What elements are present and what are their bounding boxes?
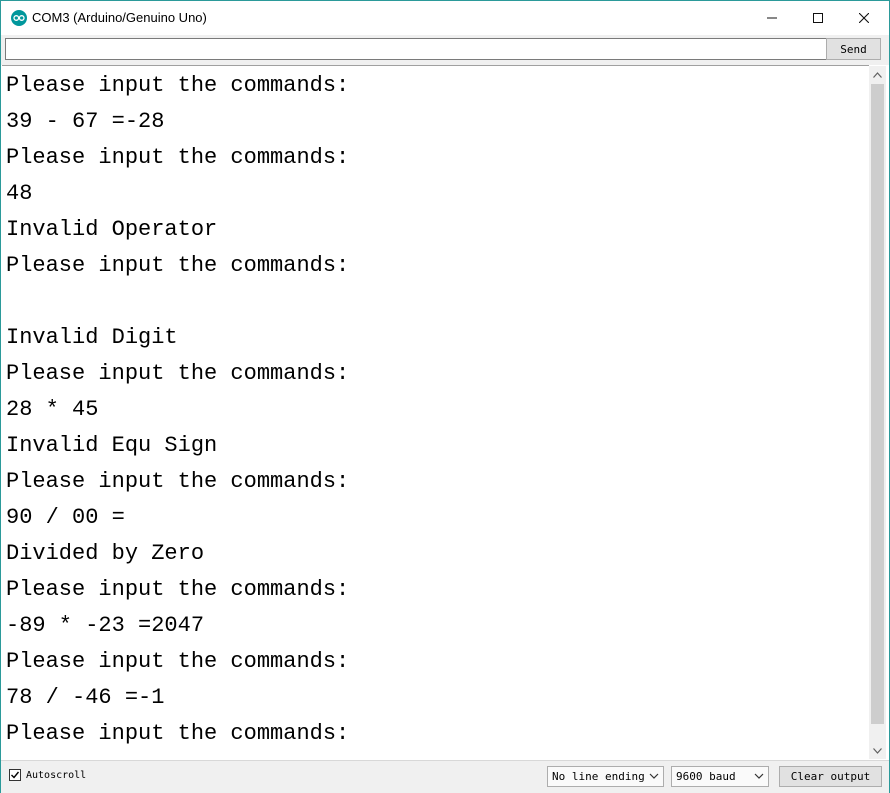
chevron-down-icon xyxy=(754,773,764,779)
line-ending-value: No line ending xyxy=(552,770,645,783)
scroll-up-arrow-icon[interactable] xyxy=(869,66,886,83)
close-icon xyxy=(859,13,869,23)
clear-output-button[interactable]: Clear output xyxy=(779,766,882,787)
output-line: Please input the commands: xyxy=(6,577,350,602)
status-bar: Autoscroll No line ending 9600 baud Clea… xyxy=(1,760,889,793)
window-title: COM3 (Arduino/Genuino Uno) xyxy=(32,10,207,25)
send-bar: Send xyxy=(1,35,889,65)
line-ending-select[interactable]: No line ending xyxy=(547,766,664,787)
autoscroll-checkbox[interactable] xyxy=(9,769,21,781)
output-line: Please input the commands: xyxy=(6,649,350,674)
output-line: 39 - 67 =-28 xyxy=(6,109,165,134)
chevron-down-icon xyxy=(649,773,659,779)
command-input[interactable] xyxy=(5,38,827,60)
output-line: Divided by Zero xyxy=(6,541,205,566)
check-icon xyxy=(11,771,20,779)
output-line: Please input the commands: xyxy=(6,253,350,278)
output-line: -89 * -23 =2047 xyxy=(6,613,205,638)
output-line: Please input the commands: xyxy=(6,361,350,386)
maximize-icon xyxy=(813,13,823,23)
vertical-scrollbar[interactable] xyxy=(869,66,886,759)
output-line: Invalid Digit xyxy=(6,325,178,350)
output-line: Please input the commands: xyxy=(6,145,350,170)
output-line: 28 * 45 xyxy=(6,397,99,422)
title-bar[interactable]: COM3 (Arduino/Genuino Uno) xyxy=(1,1,889,35)
minimize-button[interactable] xyxy=(749,1,795,35)
output-line: 78 / -46 =-1 xyxy=(6,685,165,710)
output-line: Please input the commands: xyxy=(6,469,350,494)
serial-output[interactable]: Please input the commands: 39 - 67 =-28 Pl… xyxy=(2,65,869,760)
autoscroll-toggle[interactable]: Autoscroll xyxy=(9,769,86,781)
output-line: 48 xyxy=(6,181,33,206)
autoscroll-label: Autoscroll xyxy=(26,769,87,781)
serial-monitor-window: COM3 (Arduino/Genuino Uno) Send Please i… xyxy=(0,0,890,793)
baud-rate-value: 9600 baud xyxy=(676,770,736,783)
scroll-down-arrow-icon[interactable] xyxy=(869,742,886,759)
minimize-icon xyxy=(767,17,777,19)
scroll-thumb[interactable] xyxy=(871,84,884,724)
output-line: Please input the commands: xyxy=(6,73,350,98)
baud-rate-select[interactable]: 9600 baud xyxy=(671,766,769,787)
send-button[interactable]: Send xyxy=(826,38,881,60)
close-button[interactable] xyxy=(841,1,887,35)
maximize-button[interactable] xyxy=(795,1,841,35)
output-line: Invalid Operator xyxy=(6,217,218,242)
output-line: Invalid Equ Sign xyxy=(6,433,218,458)
arduino-logo-icon xyxy=(11,10,27,26)
output-line: 90 / 00 = xyxy=(6,505,125,530)
output-line: Please input the commands: xyxy=(6,721,350,746)
